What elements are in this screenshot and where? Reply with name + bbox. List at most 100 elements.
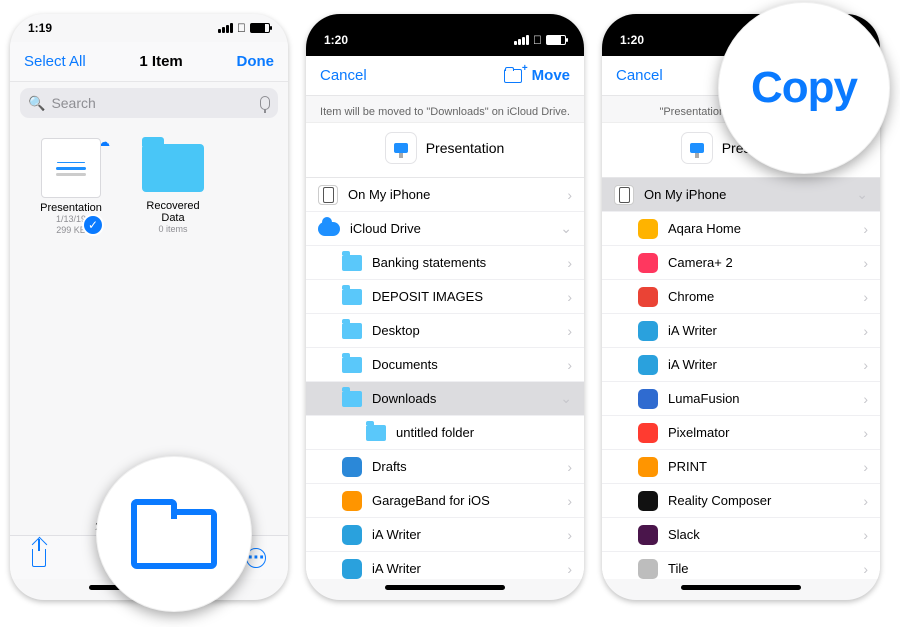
location-row[interactable]: iA Writer ›	[306, 552, 584, 579]
row-label: Slack	[668, 527, 700, 542]
row-label: Camera+ 2	[668, 255, 733, 270]
nav-bar: Select All 1 Item Done	[10, 42, 288, 82]
signal-icon	[514, 35, 529, 45]
row-label: iA Writer	[668, 323, 717, 338]
row-label: Documents	[372, 357, 438, 372]
status-bar: 1:20 􀙇	[306, 14, 584, 56]
search-icon: 🔍	[28, 95, 45, 112]
location-row[interactable]: Reality Composer›	[602, 484, 880, 518]
row-label: Aqara Home	[668, 221, 741, 236]
chevron-icon: ›	[567, 289, 572, 305]
row-label: On My iPhone	[348, 187, 430, 202]
chevron-icon: ⌄	[560, 220, 572, 237]
location-row[interactable]: On My iPhone⌄	[602, 178, 880, 212]
app-icon	[638, 525, 658, 545]
location-row[interactable]: Downloads⌄	[306, 382, 584, 416]
chevron-icon: ›	[863, 289, 868, 305]
move-button[interactable]: Move	[532, 67, 570, 84]
folder-meta: 0 items	[134, 224, 212, 235]
share-button[interactable]	[32, 549, 46, 567]
device-icon	[318, 185, 338, 205]
row-label: Drafts	[372, 459, 407, 474]
chevron-icon: ›	[863, 561, 868, 577]
location-row[interactable]: untitled folder	[306, 416, 584, 450]
location-row[interactable]: Slack ›	[602, 518, 880, 552]
location-row[interactable]: iA Writer ›	[306, 518, 584, 552]
cancel-button[interactable]: Cancel	[320, 67, 367, 84]
app-icon	[638, 321, 658, 341]
chevron-icon: ›	[567, 561, 572, 577]
app-icon	[638, 491, 658, 511]
row-label: Tile	[668, 561, 688, 576]
file-header-name: Presentation	[426, 140, 505, 156]
row-label: iA Writer	[372, 561, 421, 576]
location-row[interactable]: Desktop›	[306, 314, 584, 348]
row-label: PRINT	[668, 459, 707, 474]
location-row[interactable]: Aqara Home›	[602, 212, 880, 246]
search-input[interactable]: 🔍 Search	[20, 88, 278, 118]
cloud-icon	[318, 222, 340, 236]
location-row[interactable]: Chrome›	[602, 280, 880, 314]
location-row[interactable]: GarageBand for iOS›	[306, 484, 584, 518]
keynote-icon	[386, 133, 416, 163]
location-row[interactable]: Banking statements›	[306, 246, 584, 280]
location-row[interactable]: DEPOSIT IMAGES›	[306, 280, 584, 314]
location-row[interactable]: Drafts ›	[306, 450, 584, 484]
nav-bar: Cancel Move	[306, 56, 584, 96]
device-icon	[614, 185, 634, 205]
location-row[interactable]: iA Writer›	[602, 348, 880, 382]
app-icon	[342, 491, 362, 511]
location-row[interactable]: iCloud Drive ⌄	[306, 212, 584, 246]
nav-title: 1 Item	[139, 53, 182, 70]
folder-icon	[342, 391, 362, 407]
chevron-icon: ⌄	[560, 390, 572, 407]
chevron-icon: ›	[567, 527, 572, 543]
location-row[interactable]: LumaFusion›	[602, 382, 880, 416]
chevron-icon: ›	[863, 425, 868, 441]
location-row[interactable]: Camera+ 2›	[602, 246, 880, 280]
wifi-icon: 􀙇	[533, 33, 542, 47]
new-folder-icon[interactable]	[504, 69, 522, 83]
magnifier-copy-label: Copy	[718, 2, 890, 174]
location-row[interactable]: Tile ›	[602, 552, 880, 579]
chevron-icon: ›	[863, 357, 868, 373]
keynote-icon	[682, 133, 712, 163]
file-name: Presentation	[32, 202, 110, 214]
done-button[interactable]: Done	[237, 53, 275, 70]
app-icon	[638, 423, 658, 443]
chevron-icon: ›	[863, 391, 868, 407]
folder-icon	[131, 509, 217, 569]
location-row[interactable]: Pixelmator›	[602, 416, 880, 450]
move-subhead: Item will be moved to "Downloads" on iCl…	[306, 96, 584, 123]
location-list[interactable]: On My iPhone›iCloud Drive⌄Banking statem…	[306, 178, 584, 579]
location-row[interactable]: Documents›	[306, 348, 584, 382]
location-row[interactable]: On My iPhone›	[306, 178, 584, 212]
chevron-icon: ›	[567, 459, 572, 475]
cancel-button[interactable]: Cancel	[616, 67, 663, 84]
select-all-button[interactable]: Select All	[24, 53, 86, 70]
folder-icon	[342, 255, 362, 271]
row-label: iCloud Drive	[350, 221, 421, 236]
row-label: iA Writer	[372, 527, 421, 542]
app-icon	[638, 287, 658, 307]
chevron-icon: ›	[567, 493, 572, 509]
location-row[interactable]: PRINT›	[602, 450, 880, 484]
row-label: Reality Composer	[668, 493, 771, 508]
folder-icon	[142, 144, 204, 192]
folder-item-recovered[interactable]: Recovered Data 0 items	[134, 138, 212, 236]
mic-icon[interactable]	[260, 96, 270, 110]
row-label: untitled folder	[396, 425, 474, 440]
status-icons: 􀙇	[514, 33, 566, 47]
file-item-presentation[interactable]: ☁︎ ✓ Presentation 1/13/19 299 KB	[32, 138, 110, 236]
app-icon	[638, 559, 658, 579]
home-indicator	[385, 585, 505, 590]
battery-icon	[546, 35, 566, 45]
row-label: Desktop	[372, 323, 420, 338]
app-icon	[638, 355, 658, 375]
row-label: Banking statements	[372, 255, 486, 270]
wifi-icon: 􀙇	[237, 21, 246, 35]
app-icon	[342, 525, 362, 545]
location-list[interactable]: On My iPhone⌄Aqara Home›Camera+ 2›Chrome…	[602, 178, 880, 579]
chevron-icon: ›	[863, 527, 868, 543]
location-row[interactable]: iA Writer›	[602, 314, 880, 348]
